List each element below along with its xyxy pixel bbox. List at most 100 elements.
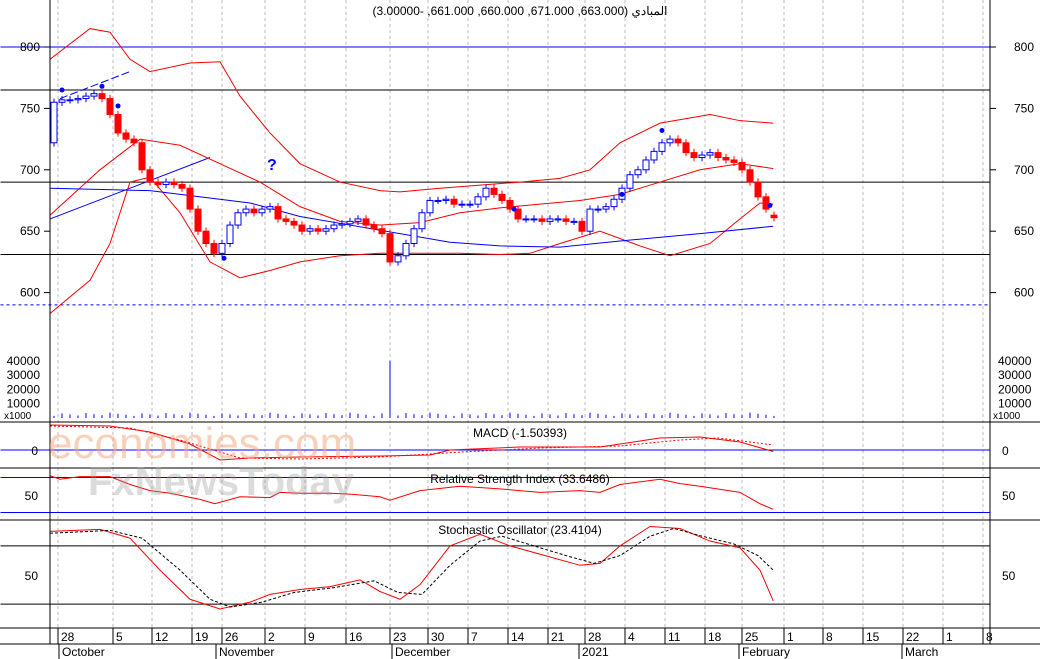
rsi-50-left: 50 xyxy=(25,489,39,503)
candle-up xyxy=(234,212,242,226)
stock-chart: 28 5 12 19 26 2 9 16 23 30 7 14 21 28 4 11 18 25 1 8 15 22 1 8 O… xyxy=(0,0,1040,659)
candle-up xyxy=(266,206,274,210)
volume-label-left: 10000 xyxy=(7,397,41,411)
candle-up xyxy=(394,255,402,263)
candle-down xyxy=(378,228,386,235)
x-day-label: 30 xyxy=(431,630,445,644)
candle-up xyxy=(482,187,490,198)
rsi-label: Relative Strength Index (33.6486) xyxy=(430,472,609,486)
signal-dot xyxy=(511,206,517,212)
candle-down xyxy=(282,218,290,222)
macd-zero-right: 0 xyxy=(1002,444,1009,458)
candle-up xyxy=(458,203,466,206)
volume-label-right: 10000 xyxy=(998,397,1032,411)
x-day-label: 12 xyxy=(155,630,169,644)
candle-down xyxy=(210,242,218,254)
x-month-label: December xyxy=(395,645,450,659)
candle-down xyxy=(98,93,106,100)
price-label-left: 600 xyxy=(20,286,40,300)
candle-up xyxy=(66,99,74,102)
candle-down xyxy=(362,218,370,226)
candle-down xyxy=(130,138,138,144)
chart-canvas: 28 5 12 19 26 2 9 16 23 30 7 14 21 28 4 11 18 25 1 8 15 22 1 8O… xyxy=(0,0,1040,659)
x-day-label: 4 xyxy=(628,630,635,644)
price-label-right: 800 xyxy=(1014,40,1034,54)
price-label-right: 750 xyxy=(1014,101,1034,115)
question-marker: ? xyxy=(267,157,277,174)
candle-up xyxy=(306,228,314,232)
candle-down xyxy=(106,98,114,116)
candle-down xyxy=(202,230,210,244)
x-day-label: 14 xyxy=(511,630,525,644)
candle-up xyxy=(594,208,602,211)
candle-up xyxy=(418,212,426,230)
candle-down xyxy=(714,152,722,159)
candle-up xyxy=(330,224,338,230)
candle-up xyxy=(258,208,266,214)
x-day-label: 18 xyxy=(708,630,722,644)
x-day-label: 11 xyxy=(668,630,681,644)
rsi-50-right: 50 xyxy=(1002,489,1016,503)
candle-down xyxy=(674,138,682,144)
candle-up xyxy=(546,218,554,222)
x-day-label: 19 xyxy=(195,630,209,644)
candle-up xyxy=(242,208,250,214)
candle-down xyxy=(146,169,154,183)
macd-label: MACD (-1.50393) xyxy=(473,426,567,440)
x-month-label: October xyxy=(62,645,105,659)
x-day-label: 1 xyxy=(946,630,953,644)
candle-down xyxy=(178,184,186,189)
candle-up xyxy=(402,242,410,257)
x-day-label: 28 xyxy=(61,630,75,644)
candle-up xyxy=(218,242,226,254)
candle-up xyxy=(602,206,610,210)
candle-up xyxy=(658,142,666,152)
candle-up xyxy=(338,223,346,226)
x-day-label: 1 xyxy=(787,630,794,644)
candle-up xyxy=(570,220,578,223)
price-label-right: 700 xyxy=(1014,163,1034,177)
signal-dot xyxy=(619,191,625,197)
candle-up xyxy=(698,154,706,159)
candle-up xyxy=(410,228,418,244)
price-label-left: 650 xyxy=(20,224,40,238)
candle-down xyxy=(490,187,498,195)
candle-up xyxy=(162,181,170,186)
signal-dot xyxy=(59,87,65,93)
x-day-label: 9 xyxy=(308,630,315,644)
candle-down xyxy=(578,220,586,232)
candle-up xyxy=(474,196,482,205)
watermark-fxnewstoday: FxNewsToday xyxy=(88,460,355,504)
candle-up xyxy=(90,93,98,97)
x-day-label: 15 xyxy=(866,630,880,644)
x-month-label: 2021 xyxy=(582,645,609,659)
volume-label-left: 40000 xyxy=(7,354,41,368)
candle-up xyxy=(530,218,538,221)
candle-down xyxy=(386,233,394,263)
volume-label-right: 30000 xyxy=(998,368,1032,382)
signal-dot xyxy=(115,103,121,109)
candle-up xyxy=(74,98,82,101)
candle-up xyxy=(426,200,434,214)
signal-dot xyxy=(767,202,773,208)
x-day-label: 22 xyxy=(906,630,920,644)
x-day-label: 21 xyxy=(551,630,565,644)
x-day-label: 26 xyxy=(225,630,239,644)
candle-down xyxy=(722,157,730,161)
candle-up xyxy=(58,99,66,103)
candle-down xyxy=(194,208,202,232)
x-day-label: 7 xyxy=(471,630,478,644)
candle-down xyxy=(738,161,746,171)
candle-down xyxy=(122,132,130,140)
candle-down xyxy=(298,224,306,232)
volume-unit-left: x1000 xyxy=(4,411,32,422)
candle-up xyxy=(50,101,58,144)
candle-up xyxy=(650,150,658,161)
candle-up xyxy=(434,200,442,202)
bollinger-lower xyxy=(49,176,774,314)
candle-up xyxy=(642,159,650,171)
volume-label-left: 20000 xyxy=(7,382,41,396)
price-label-left: 750 xyxy=(20,101,40,115)
x-day-label: 8 xyxy=(826,630,833,644)
x-day-label: 23 xyxy=(393,630,407,644)
